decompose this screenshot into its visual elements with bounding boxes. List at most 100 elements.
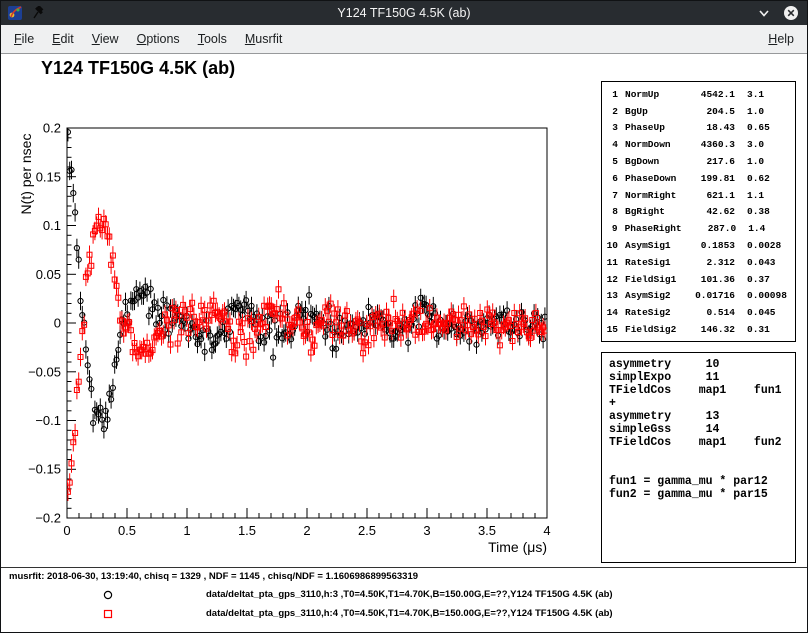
param-value: 146.32 [679,324,735,335]
parameter-row: 10AsymSig10.18530.0028 [602,237,795,254]
svg-text:0: 0 [63,523,70,538]
svg-text:3.5: 3.5 [478,523,496,538]
svg-text:−0.2: −0.2 [35,511,61,526]
svg-text:2: 2 [303,523,310,538]
param-number: 5 [602,156,618,167]
param-name: PhaseDown [625,173,679,184]
param-error: 0.65 [747,122,795,133]
param-name: BgDown [625,156,679,167]
svg-text:0.2: 0.2 [43,121,61,136]
param-name: RateSig1 [625,257,679,268]
theory-line: simplExpo 11 [609,371,788,384]
param-number: 4 [602,139,618,150]
param-name: PhaseUp [625,122,679,133]
legend-row: data/deltat_pta_gps_3110,h:4 ,T0=4.50K,T… [1,606,807,623]
parameter-row: 11RateSig12.3120.043 [602,254,795,271]
param-value: 101.36 [679,274,735,285]
param-error: 1.0 [747,106,795,117]
legend-label: data/deltat_pta_gps_3110,h:4 ,T0=4.50K,T… [206,608,613,619]
menu-help[interactable]: Help [759,25,803,53]
param-number: 6 [602,173,618,184]
param-error: 1.4 [748,223,795,234]
param-number: 9 [602,223,618,234]
param-error: 0.62 [747,173,795,184]
svg-text:N(t) per nsec: N(t) per nsec [18,134,34,215]
fit-status: musrfit: 2018-06-30, 13:19:40, chisq = 1… [9,571,418,582]
parameter-row: 4NormDown4360.33.0 [602,136,795,153]
circle-marker-icon [101,588,115,602]
parameter-box[interactable]: 1NormUp4542.13.12BgUp204.51.03PhaseUp18.… [601,81,796,342]
root-canvas[interactable]: Y124 TF150G 4.5K (ab) 00.511.522.533.54−… [1,54,807,632]
param-error: 0.0028 [747,240,795,251]
param-error: 0.38 [747,206,795,217]
param-name: NormUp [625,89,679,100]
param-number: 13 [602,290,618,301]
parameter-row: 5BgDown217.61.0 [602,153,795,170]
param-name: FieldSig2 [625,324,679,335]
param-number: 12 [602,274,618,285]
param-value: 0.01716 [679,290,735,301]
param-number: 10 [602,240,618,251]
parameter-row: 13AsymSig20.017160.00098 [602,288,795,305]
param-value: 287.0 [682,223,737,234]
menubar: FileEditViewOptionsToolsMusrfit Help [1,25,807,54]
menu-tools[interactable]: Tools [189,25,236,53]
footer-separator [1,567,807,568]
legend-label: data/deltat_pta_gps_3110,h:3 ,T0=4.50K,T… [206,589,613,600]
menu-options[interactable]: Options [128,25,189,53]
param-value: 18.43 [679,122,735,133]
theory-box[interactable]: asymmetry 10simplExpo 11TFieldCos map1 f… [601,352,796,563]
param-error: 0.043 [747,257,795,268]
param-error: 0.045 [747,307,795,318]
svg-text:−0.1: −0.1 [35,413,61,428]
param-number: 14 [602,307,618,318]
param-name: NormDown [625,139,679,150]
param-value: 199.81 [679,173,735,184]
square-marker-icon [101,607,115,621]
parameter-row: 9 PhaseRight287.0 1.4 [602,220,795,237]
menu-edit[interactable]: Edit [43,25,83,53]
menu-musrfit[interactable]: Musrfit [236,25,292,53]
param-error: 0.31 [747,324,795,335]
param-value: 42.62 [679,206,735,217]
param-name: AsymSig2 [625,290,679,301]
parameter-row: 8BgRight42.620.38 [602,204,795,221]
svg-text:−0.05: −0.05 [28,364,61,379]
parameter-row: 14RateSig20.5140.045 [602,304,795,321]
param-name: PhaseRight [625,223,682,234]
svg-text:0.5: 0.5 [118,523,136,538]
pin-icon[interactable] [30,5,46,21]
parameter-row: 7 NormRight621.1 1.1 [602,187,795,204]
theory-line: TFieldCos map1 fun1 [609,384,788,397]
parameter-row: 15FieldSig2146.320.31 [602,321,795,338]
app-window: Y124 TF150G 4.5K (ab) FileEditViewOption… [0,0,808,633]
param-value: 217.6 [679,156,735,167]
param-number: 7 [602,190,618,201]
svg-text:1: 1 [183,523,190,538]
theory-line: fun2 = gamma_mu * par15 [609,488,788,501]
svg-text:Time (μs): Time (μs) [488,539,547,555]
param-name: NormRight [625,190,679,201]
param-value: 621.1 [679,190,735,201]
menu-file[interactable]: File [5,25,43,53]
param-number: 8 [602,206,618,217]
param-error: 3.1 [747,89,795,100]
chart-area[interactable]: 00.511.522.533.54−0.2−0.15−0.1−0.0500.05… [1,54,601,566]
menu-view[interactable]: View [83,25,128,53]
svg-text:−0.15: −0.15 [28,462,61,477]
theory-line: simpleGss 14 [609,423,788,436]
param-number: 3 [602,122,618,133]
window-title: Y124 TF150G 4.5K (ab) [1,6,807,20]
svg-text:0.1: 0.1 [43,218,61,233]
param-error: 1.1 [747,190,795,201]
param-number: 1 [602,89,618,100]
param-number: 2 [602,106,618,117]
legend-row: data/deltat_pta_gps_3110,h:3 ,T0=4.50K,T… [1,587,807,604]
param-value: 204.5 [679,106,735,117]
titlebar[interactable]: Y124 TF150G 4.5K (ab) [1,1,807,25]
svg-text:1.5: 1.5 [238,523,256,538]
app-icon [7,5,23,21]
param-value: 2.312 [679,257,735,268]
chevron-down-icon[interactable] [756,5,772,21]
close-icon[interactable] [783,5,799,21]
